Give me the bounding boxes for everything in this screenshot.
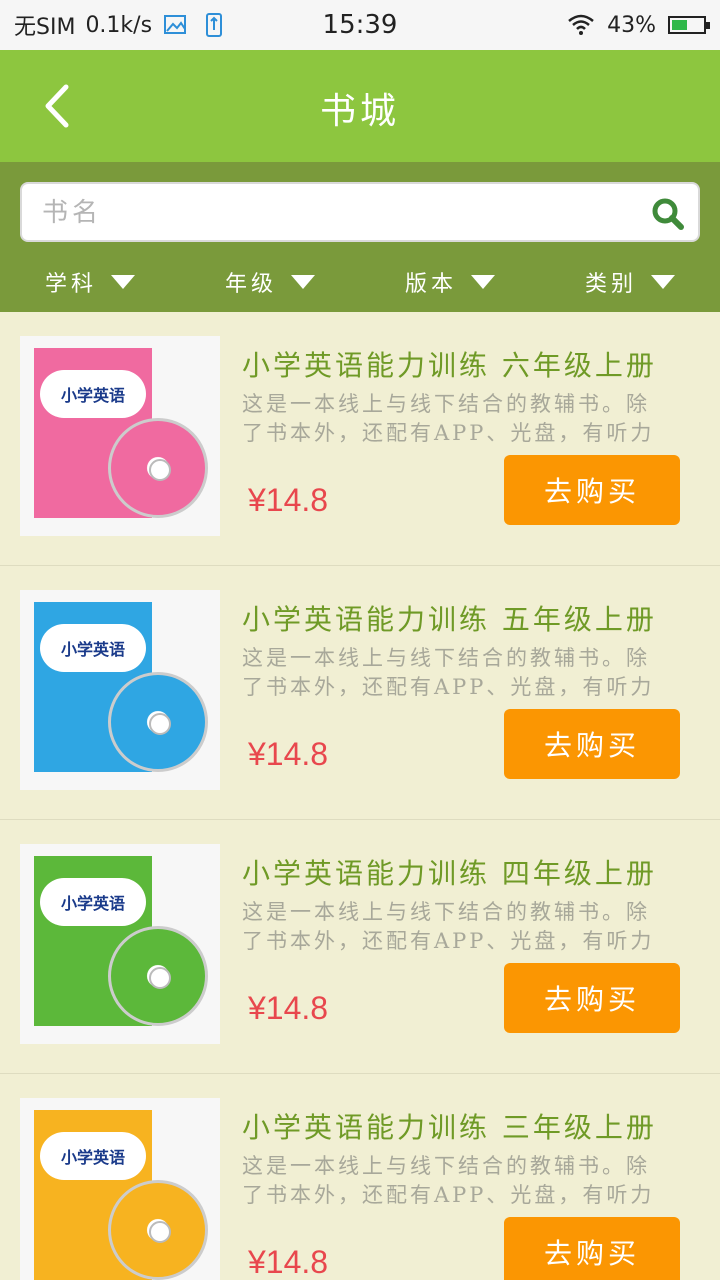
filter-label: 学科 <box>44 272 97 297</box>
dropdown-triangle-icon <box>651 275 675 289</box>
search-icon <box>652 198 684 230</box>
cover-title: 小学英语 <box>60 640 125 659</box>
status-right: 43% <box>567 0 710 50</box>
book-price: ¥14.8 <box>248 736 329 772</box>
book-desc: 这是一本线上与线下结合的教辅书。除了书本外，还配有APP、光盘，有听力音 <box>242 1154 655 1207</box>
cd-disc <box>108 1180 208 1280</box>
cd-disc <box>108 418 208 518</box>
cover-title: 小学英语 <box>60 386 125 405</box>
book-price: ¥14.8 <box>248 990 329 1026</box>
filter-grade[interactable]: 年级 <box>180 260 360 304</box>
filter-edition[interactable]: 版本 <box>360 260 540 304</box>
cover-title: 小学英语 <box>60 894 125 913</box>
cover-title: 小学英语 <box>60 1148 125 1167</box>
dropdown-triangle-icon <box>471 275 495 289</box>
book-price: ¥14.8 <box>248 1244 329 1280</box>
filter-bar: 学科 年级 版本 类别 <box>0 260 720 304</box>
book-list: 小学英语 小学英语能力训练 六年级上册 这是一本线上与线下结合的教辅书。除了书本… <box>0 312 720 1280</box>
filter-label: 类别 <box>584 272 637 297</box>
book-cover-image: 小学英语 <box>20 1098 220 1280</box>
book-name: 小学英语能力训练 六年级上册 <box>242 349 657 382</box>
battery-percent: 43% <box>607 12 656 38</box>
battery-icon <box>668 16 710 34</box>
cd-disc <box>108 672 208 772</box>
search-area: 学科 年级 版本 类别 <box>0 162 720 312</box>
book-cover-image: 小学英语 <box>20 590 220 790</box>
book-desc: 这是一本线上与线下结合的教辅书。除了书本外，还配有APP、光盘，有听力音 <box>242 900 655 953</box>
filter-category[interactable]: 类别 <box>540 260 720 304</box>
buy-button[interactable]: 去购买 <box>504 709 680 779</box>
book-item[interactable]: 小学英语 小学英语能力训练 五年级上册 这是一本线上与线下结合的教辅书。除了书本… <box>0 566 720 820</box>
filter-subject[interactable]: 学科 <box>0 260 180 304</box>
book-cover-image: 小学英语 <box>20 336 220 536</box>
buy-button[interactable]: 去购买 <box>504 1217 680 1280</box>
wifi-icon <box>567 12 595 38</box>
book-item[interactable]: 小学英语 小学英语能力训练 四年级上册 这是一本线上与线下结合的教辅书。除了书本… <box>0 820 720 1074</box>
dropdown-triangle-icon <box>111 275 135 289</box>
buy-button[interactable]: 去购买 <box>504 963 680 1033</box>
search-input[interactable] <box>42 194 642 232</box>
search-box <box>20 182 700 242</box>
cd-disc <box>108 926 208 1026</box>
book-item[interactable]: 小学英语 小学英语能力训练 六年级上册 这是一本线上与线下结合的教辅书。除了书本… <box>0 312 720 566</box>
book-name: 小学英语能力训练 三年级上册 <box>242 1111 657 1144</box>
buy-button[interactable]: 去购买 <box>504 455 680 525</box>
book-item[interactable]: 小学英语 小学英语能力训练 三年级上册 这是一本线上与线下结合的教辅书。除了书本… <box>0 1074 720 1280</box>
book-desc: 这是一本线上与线下结合的教辅书。除了书本外，还配有APP、光盘，有听力音 <box>242 392 655 445</box>
filter-label: 版本 <box>404 272 457 297</box>
book-name: 小学英语能力训练 四年级上册 <box>242 857 657 890</box>
book-price: ¥14.8 <box>248 482 329 518</box>
top-app-bar: 书城 <box>0 50 720 162</box>
search-button[interactable] <box>650 196 686 232</box>
page-title: 书城 <box>319 91 400 132</box>
book-desc: 这是一本线上与线下结合的教辅书。除了书本外，还配有APP、光盘，有听力音 <box>242 646 655 699</box>
dropdown-triangle-icon <box>291 275 315 289</box>
book-cover-image: 小学英语 <box>20 844 220 1044</box>
status-bar: 无SIM 0.1k/s 15:39 43% <box>0 0 720 50</box>
filter-label: 年级 <box>224 272 277 297</box>
book-name: 小学英语能力训练 五年级上册 <box>242 603 657 636</box>
